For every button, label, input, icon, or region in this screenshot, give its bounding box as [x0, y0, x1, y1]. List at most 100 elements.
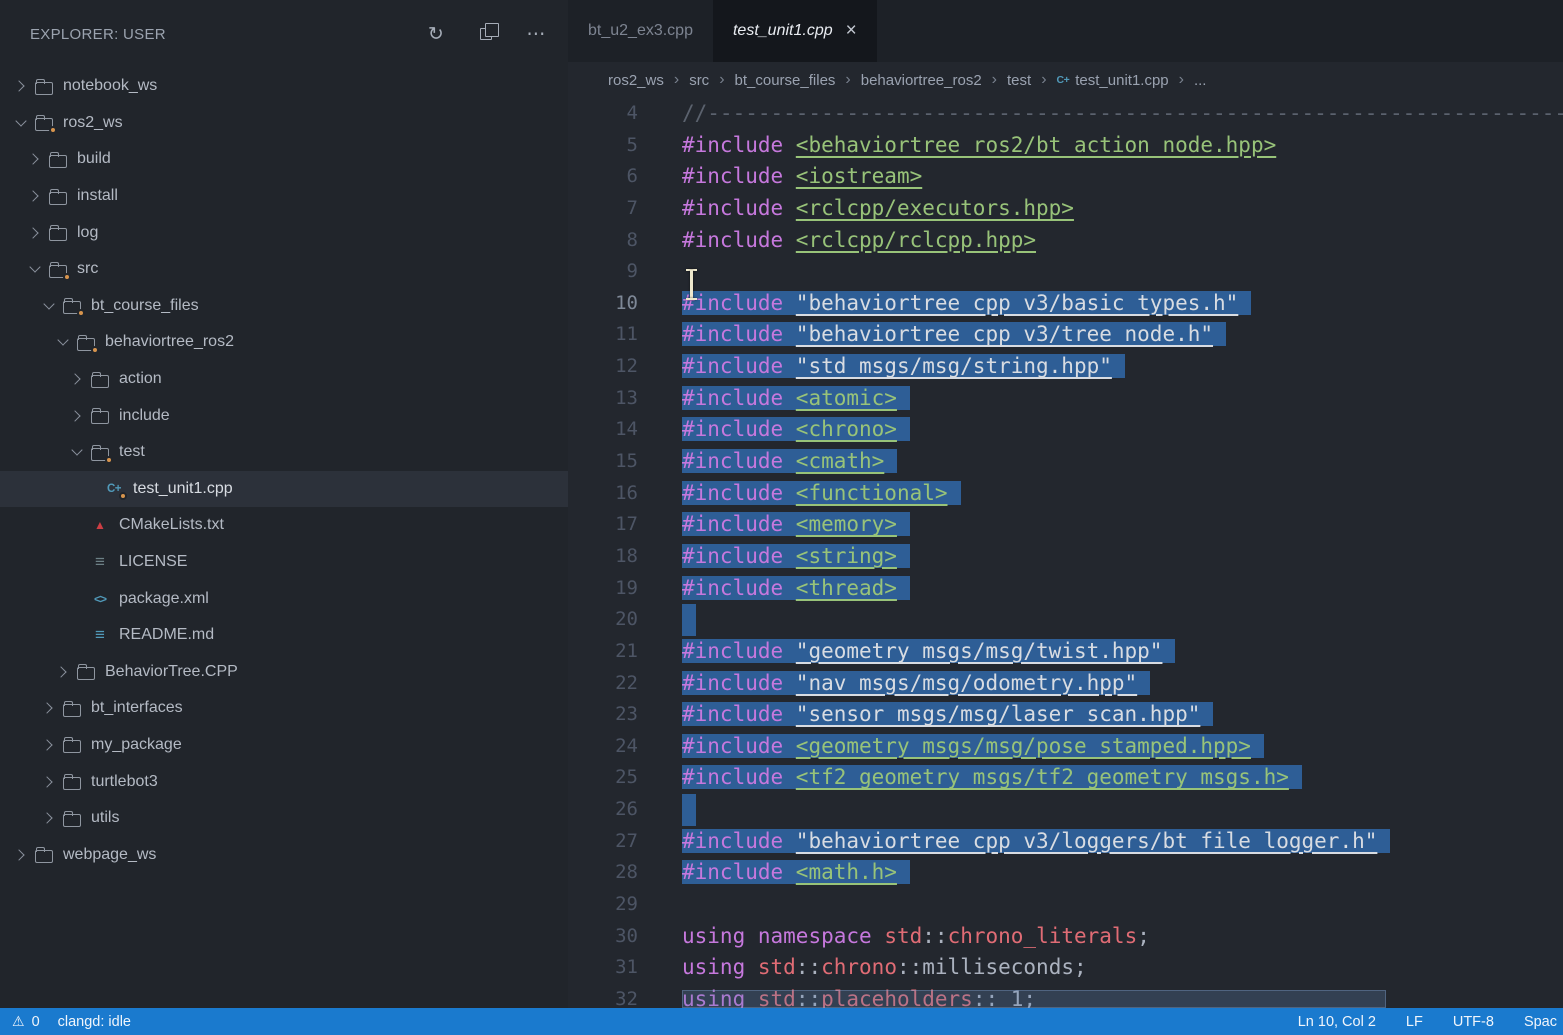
line-number[interactable]: 14 [568, 414, 638, 446]
line-number[interactable]: 31 [568, 952, 638, 984]
code-line-24[interactable]: 24#include <geometry_msgs/msg/pose_stamp… [568, 731, 1563, 763]
close-icon[interactable]: × [846, 20, 857, 42]
line-number[interactable]: 29 [568, 889, 638, 921]
status-eol[interactable]: LF [1406, 1014, 1423, 1030]
chevron-right-icon[interactable] [68, 407, 85, 424]
code-line-25[interactable]: 25#include <tf2_geometry_msgs/tf2_geomet… [568, 762, 1563, 794]
line-number[interactable]: 8 [568, 225, 638, 257]
tree-item-license[interactable]: ≡LICENSE [0, 544, 568, 581]
tree-item-bt-interfaces[interactable]: bt_interfaces [0, 690, 568, 727]
code-line-26[interactable]: 26 [568, 794, 1563, 826]
tree-item-test[interactable]: test [0, 434, 568, 471]
status-clangd-status[interactable]: clangd: idle [58, 1014, 131, 1030]
code-line-16[interactable]: 16#include <functional> [568, 478, 1563, 510]
line-number[interactable]: 18 [568, 541, 638, 573]
code-line-28[interactable]: 28#include <math.h> [568, 857, 1563, 889]
line-number[interactable]: 23 [568, 699, 638, 731]
breadcrumb-item-ros2_ws[interactable]: ros2_ws [608, 72, 664, 89]
line-number[interactable]: 15 [568, 446, 638, 478]
status-warnings[interactable]: ⚠0 [12, 1013, 40, 1030]
chevron-down-icon[interactable] [68, 444, 85, 461]
line-number[interactable]: 21 [568, 636, 638, 668]
horizontal-scrollbar[interactable] [682, 990, 1386, 1008]
tree-item-log[interactable]: log [0, 214, 568, 251]
line-number[interactable]: 24 [568, 731, 638, 763]
chevron-right-icon[interactable] [40, 736, 57, 753]
split-editor-icon[interactable] [476, 24, 496, 44]
line-number[interactable]: 17 [568, 509, 638, 541]
code-line-9[interactable]: 9 [568, 256, 1563, 288]
line-number[interactable]: 9 [568, 256, 638, 288]
code-line-12[interactable]: 12#include "std_msgs/msg/string.hpp" [568, 351, 1563, 383]
code-line-4[interactable]: 4//-------------------------------------… [568, 98, 1563, 130]
line-number[interactable]: 32 [568, 984, 638, 1008]
code-area[interactable]: 4//-------------------------------------… [568, 98, 1563, 1008]
line-number[interactable]: 20 [568, 604, 638, 636]
tree-item-my-package[interactable]: my_package [0, 727, 568, 764]
chevron-right-icon[interactable] [26, 224, 43, 241]
code-line-17[interactable]: 17#include <memory> [568, 509, 1563, 541]
tree-item-package-xml[interactable]: <>package.xml [0, 580, 568, 617]
chevron-right-icon[interactable] [12, 78, 29, 95]
code-line-21[interactable]: 21#include "geometry_msgs/msg/twist.hpp" [568, 636, 1563, 668]
tree-item-webpage-ws[interactable]: webpage_ws [0, 836, 568, 873]
tree-item-behaviortree-cpp[interactable]: BehaviorTree.CPP [0, 654, 568, 691]
chevron-right-icon[interactable] [40, 773, 57, 790]
tree-item-install[interactable]: install [0, 178, 568, 215]
code-line-13[interactable]: 13#include <atomic> [568, 383, 1563, 415]
tree-item-turtlebot3[interactable]: turtlebot3 [0, 763, 568, 800]
code-line-6[interactable]: 6#include <iostream> [568, 161, 1563, 193]
status-encoding[interactable]: UTF-8 [1453, 1014, 1494, 1030]
breadcrumb-item-behaviortree_ros2[interactable]: behaviortree_ros2 [861, 72, 982, 89]
code-line-15[interactable]: 15#include <cmath> [568, 446, 1563, 478]
line-number[interactable]: 5 [568, 130, 638, 162]
code-line-11[interactable]: 11#include "behaviortree_cpp_v3/tree_nod… [568, 319, 1563, 351]
tree-item-include[interactable]: include [0, 397, 568, 434]
tree-item-notebook-ws[interactable]: notebook_ws [0, 68, 568, 105]
tree-item-utils[interactable]: utils [0, 800, 568, 837]
more-actions-icon[interactable]: ⋯ [526, 24, 546, 44]
code-line-18[interactable]: 18#include <string> [568, 541, 1563, 573]
chevron-right-icon[interactable] [40, 700, 57, 717]
breadcrumb-item-test[interactable]: test [1007, 72, 1031, 89]
chevron-right-icon[interactable] [26, 188, 43, 205]
code-line-22[interactable]: 22#include "nav_msgs/msg/odometry.hpp" [568, 668, 1563, 700]
breadcrumb-item-src[interactable]: src [689, 72, 709, 89]
chevron-right-icon[interactable] [12, 846, 29, 863]
line-number[interactable]: 4 [568, 98, 638, 130]
line-number[interactable]: 30 [568, 921, 638, 953]
code-line-29[interactable]: 29 [568, 889, 1563, 921]
line-number[interactable]: 26 [568, 794, 638, 826]
code-line-10[interactable]: 10#include "behaviortree_cpp_v3/basic_ty… [568, 288, 1563, 320]
chevron-right-icon[interactable] [68, 371, 85, 388]
line-number[interactable]: 10 [568, 288, 638, 320]
code-line-30[interactable]: 30using namespace std::chrono_literals; [568, 921, 1563, 953]
code-line-19[interactable]: 19#include <thread> [568, 573, 1563, 605]
tree-item-src[interactable]: src [0, 251, 568, 288]
tab-bt-u2-ex3-cpp[interactable]: bt_u2_ex3.cpp [568, 0, 713, 62]
tree-item-behaviortree-ros2[interactable]: behaviortree_ros2 [0, 324, 568, 361]
status-indentation[interactable]: Spac [1524, 1014, 1557, 1030]
line-number[interactable]: 6 [568, 161, 638, 193]
breadcrumb-overflow[interactable]: ... [1194, 72, 1207, 89]
code-line-14[interactable]: 14#include <chrono> [568, 414, 1563, 446]
code-line-27[interactable]: 27#include "behaviortree_cpp_v3/loggers/… [568, 826, 1563, 858]
tree-item-readme-md[interactable]: ≡README.md [0, 617, 568, 654]
chevron-down-icon[interactable] [54, 334, 71, 351]
code-line-31[interactable]: 31using std::chrono::milliseconds; [568, 952, 1563, 984]
line-number[interactable]: 19 [568, 573, 638, 605]
chevron-down-icon[interactable] [26, 261, 43, 278]
line-number[interactable]: 22 [568, 668, 638, 700]
breadcrumb-file[interactable]: C+test_unit1.cpp [1057, 72, 1169, 89]
chevron-right-icon[interactable] [54, 663, 71, 680]
line-number[interactable]: 11 [568, 319, 638, 351]
code-line-23[interactable]: 23#include "sensor_msgs/msg/laser_scan.h… [568, 699, 1563, 731]
tree-item-action[interactable]: action [0, 361, 568, 398]
chevron-right-icon[interactable] [40, 810, 57, 827]
line-number[interactable]: 13 [568, 383, 638, 415]
line-number[interactable]: 7 [568, 193, 638, 225]
tree-item-build[interactable]: build [0, 141, 568, 178]
line-number[interactable]: 27 [568, 826, 638, 858]
code-line-8[interactable]: 8#include <rclcpp/rclcpp.hpp> [568, 225, 1563, 257]
tree-item-ros2-ws[interactable]: ros2_ws [0, 105, 568, 142]
